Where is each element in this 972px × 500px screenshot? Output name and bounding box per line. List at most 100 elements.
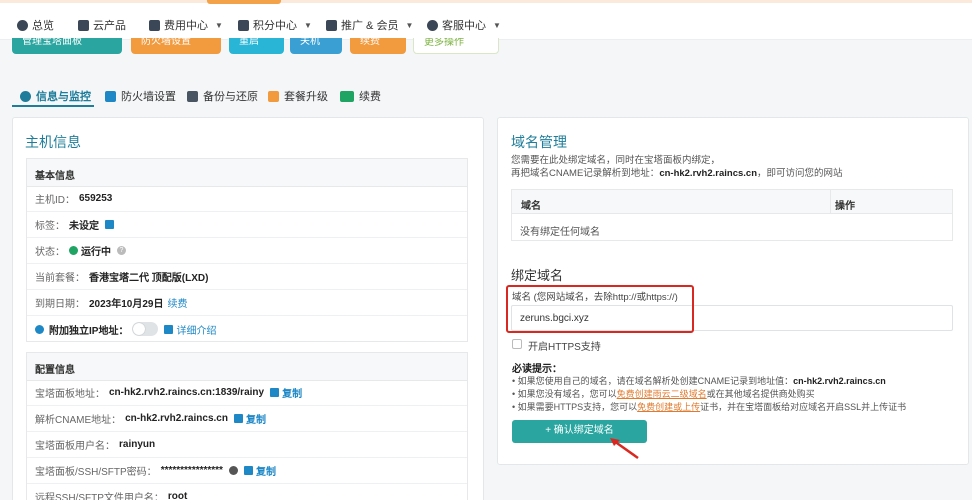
copy-button[interactable]: 复制 [282, 385, 302, 400]
host-id-row: 主机ID： 659253 [27, 186, 467, 212]
info-icon [20, 90, 31, 102]
manage-panel-button[interactable]: 管理宝塔面板 [12, 38, 122, 54]
field-label: 到期日期： [35, 299, 85, 310]
expire-date-value: 2023年10月29日 [89, 299, 164, 310]
shield-icon [105, 90, 116, 102]
panel-title: 主机信息 [25, 134, 81, 150]
active-tab-underline [12, 105, 94, 107]
detail-link[interactable]: 详细介绍 [176, 322, 216, 337]
upgrade-arrows-icon [268, 90, 279, 102]
help-icon[interactable]: ? [117, 246, 126, 255]
tab-info-monitor[interactable]: 信息与监控 [20, 88, 91, 104]
top-accent-line [0, 0, 972, 3]
extra-ip-toggle[interactable] [132, 322, 159, 336]
plan-row: 当前套餐： 香港宝塔二代 顶配版(LXD) [27, 264, 467, 290]
basic-info-box: 基本信息 主机ID： 659253 标签： 未设定 状态： 运行中 ? 当前套餐： 香… [26, 158, 468, 342]
renew-link[interactable]: 续费 [168, 295, 188, 310]
copy-button[interactable]: 复制 [246, 411, 266, 426]
field-label: 解析CNAME地址： [35, 415, 122, 426]
tab-upgrade[interactable]: 套餐升级 [268, 88, 328, 104]
annotation-arrow-icon [610, 438, 639, 460]
password-row: 宝塔面板/SSH/SFTP密码： **************** 复制 [27, 458, 467, 484]
panel-title: 域名管理 [511, 134, 567, 150]
ssl-cert-link[interactable]: 免费创建或上传 [637, 402, 700, 412]
ssh-user-value: root [167, 491, 188, 500]
money-icon [340, 90, 354, 102]
copy-icon [243, 466, 253, 475]
wallet-icon [149, 19, 160, 31]
eye-icon[interactable] [228, 466, 238, 475]
dashboard-icon [17, 19, 28, 31]
column-action: 操作 [835, 201, 855, 212]
field-label: 主机ID： [35, 195, 75, 206]
field-label: 标签： [35, 221, 65, 232]
config-info-heading: 配置信息 [27, 353, 467, 381]
cname-address: cn-hk2.rvh2.raincs.cn [659, 168, 757, 179]
domain-management-panel: 域名管理 您需要在此处绑定域名，同时在宝塔面板内绑定， 再把域名CNAME记录解… [497, 117, 969, 465]
renew-button[interactable]: 续费 [350, 38, 406, 54]
tip-cname-address: cn-hk2.rvh2.raincs.cn [793, 376, 886, 386]
edit-icon[interactable] [105, 220, 114, 229]
https-checkbox[interactable] [512, 339, 522, 349]
nav-item-billing[interactable]: 费用中心 ▼ [149, 17, 223, 33]
headset-icon [427, 19, 438, 31]
column-domain: 域名 [521, 201, 541, 212]
https-checkbox-label: 开启HTTPS支持 [528, 342, 601, 353]
tab-renew[interactable]: 续费 [340, 88, 381, 104]
highlight-box [506, 285, 694, 333]
domain-description-line2: 再把域名CNAME记录解析到地址：cn-hk2.rvh2.raincs.cn，即… [511, 167, 843, 181]
host-info-panel: 主机信息 基本信息 主机ID： 659253 标签： 未设定 状态： 运行中 ? 当… [12, 117, 484, 500]
chevron-down-icon: ▼ [405, 20, 414, 30]
tab-backup[interactable]: 备份与还原 [187, 88, 258, 104]
nav-item-points[interactable]: 积分中心 ▼ [238, 17, 312, 33]
host-id-value: 659253 [79, 193, 113, 204]
panel-user-value: rainyun [119, 439, 156, 450]
copy-button[interactable]: 复制 [256, 463, 276, 478]
field-label: 宝塔面板用户名： [35, 441, 115, 452]
field-label: 宝塔面板/SSH/SFTP密码： [35, 467, 157, 478]
empty-table-message: 没有绑定任何域名 [520, 227, 600, 238]
tip-text: • 如果您使用自己的域名，请在域名解析处创建CNAME记录到地址值： [512, 376, 794, 386]
free-subdomain-link[interactable]: 免费创建雨云二级域名 [617, 389, 707, 399]
tip-text: • 如果需要HTTPS支持，您可以 [512, 402, 638, 412]
nav-item-promotion[interactable]: 推广 & 会员 ▼ [326, 17, 413, 33]
domain-table: 域名 操作 没有绑定任何域名 [511, 189, 953, 241]
cname-value: cn-hk2.rvh2.raincs.cn [125, 413, 228, 424]
tab-label: 续费 [359, 91, 381, 103]
tab-bar: 信息与监控 防火墙设置 备份与还原 套餐升级 续费 [0, 82, 972, 112]
top-nav-bar: 总览 云产品 费用中心 ▼ 积分中心 ▼ 推广 & 会员 ▼ 客服中心 ▼ [0, 0, 972, 40]
field-label: 附加独立IP地址： [49, 325, 129, 337]
firewall-button[interactable]: 防火墙设置 [131, 38, 221, 54]
ssh-user-row: 远程SSH/SFTP文件用户名： root [27, 484, 467, 500]
nav-item-support[interactable]: 客服中心 ▼ [427, 17, 501, 33]
field-label: 远程SSH/SFTP文件用户名： [35, 493, 164, 500]
tag-row: 标签： 未设定 [27, 212, 467, 238]
column-divider [830, 190, 831, 214]
external-link-icon [164, 324, 174, 334]
more-actions-button[interactable]: 更多操作 [413, 38, 499, 54]
tip-text: • 如果您没有域名，您可以 [512, 389, 617, 399]
shutdown-button[interactable]: 关机 [290, 38, 342, 54]
basic-info-heading: 基本信息 [27, 159, 467, 187]
copy-icon [270, 388, 280, 397]
nav-item-label: 总览 [32, 20, 54, 32]
status-badge: 运行中 [81, 247, 111, 258]
tab-label: 备份与还原 [203, 91, 258, 103]
bind-domain-title: 绑定域名 [511, 268, 564, 283]
tab-label: 防火墙设置 [121, 91, 176, 103]
field-label: 状态： [35, 247, 65, 258]
plan-value: 香港宝塔二代 顶配版(LXD) [89, 273, 209, 284]
chevron-down-icon: ▼ [304, 20, 312, 30]
nav-item-label: 云产品 [93, 20, 126, 32]
panel-address-row: 宝塔面板地址： cn-hk2.rvh2.raincs.cn:1839/rainy … [27, 380, 467, 406]
panel-user-row: 宝塔面板用户名： rainyun [27, 432, 467, 458]
domain-description-line1: 您需要在此处绑定域名，同时在宝塔面板内绑定， [511, 155, 721, 166]
field-label: 宝塔面板地址： [35, 389, 105, 400]
tip-item-2: • 如果您没有域名，您可以免费创建雨云二级域名或在其他域名提供商处购买 [512, 387, 815, 400]
tab-firewall[interactable]: 防火墙设置 [105, 88, 176, 104]
nav-item-cloud-products[interactable]: 云产品 [78, 17, 126, 33]
field-label: 当前套餐： [35, 273, 85, 284]
restart-button[interactable]: 重启 [229, 38, 284, 54]
table-header: 域名 操作 [512, 190, 952, 214]
nav-item-overview[interactable]: 总览 [17, 17, 54, 33]
